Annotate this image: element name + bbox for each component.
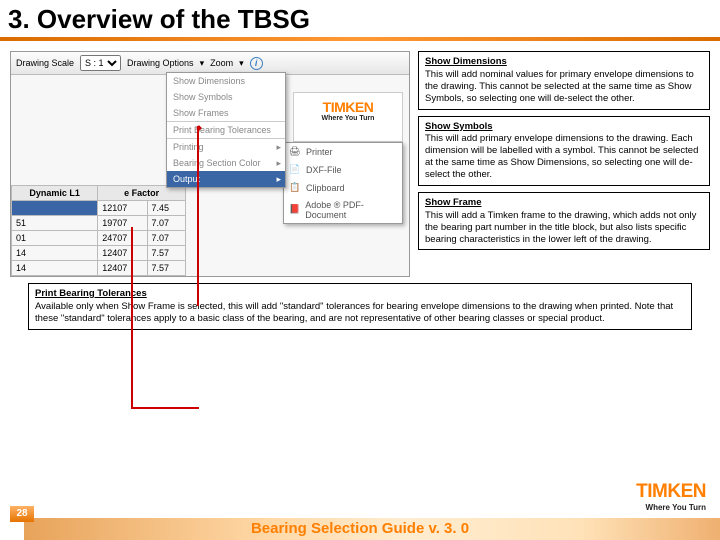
submenu-dxf[interactable]: 📄DXF-File — [284, 161, 402, 179]
menu-show-frames[interactable]: Show Frames — [167, 105, 285, 121]
table-row: 01247077.07 — [12, 231, 186, 246]
submenu-pdf[interactable]: 📕Adobe ® PDF-Document — [284, 197, 402, 223]
menu-show-dimensions[interactable]: Show Dimensions — [167, 73, 285, 89]
file-icon: 📄 — [289, 164, 301, 176]
data-table: Dynamic L1e Factor 121077.45 51197077.07… — [11, 185, 186, 276]
screenshot-mock: Drawing Scale S : 1 Drawing Options▾ Zoo… — [10, 51, 410, 277]
drawing-scale-select[interactable]: S : 1 — [80, 55, 121, 71]
callout-show-frame: Show Frame This will add a Timken frame … — [418, 192, 710, 251]
output-submenu: 🖨Printer 📄DXF-File 📋Clipboard 📕Adobe ® P… — [283, 142, 403, 224]
menu-bearing-color[interactable]: Bearing Section Color — [167, 155, 285, 171]
menu-printing[interactable]: Printing — [167, 139, 285, 155]
table-row: 14124077.57 — [12, 246, 186, 261]
drawing-scale-label: Drawing Scale — [16, 58, 74, 68]
submenu-clipboard[interactable]: 📋Clipboard — [284, 179, 402, 197]
footer-title: Bearing Selection Guide v. 3. 0 — [0, 520, 720, 537]
menu-show-symbols[interactable]: Show Symbols — [167, 89, 285, 105]
drawing-preview: TIMKEN Where You Turn — [293, 92, 403, 142]
drawing-options-label: Drawing Options — [127, 58, 194, 68]
footer: 28 Bearing Selection Guide v. 3. 0 — [0, 494, 720, 540]
printer-icon: 🖨 — [289, 146, 301, 158]
callout-print-tolerances: Print Bearing Tolerances Available only … — [28, 283, 692, 330]
clipboard-icon: 📋 — [289, 182, 301, 194]
zoom-label: Zoom — [210, 58, 233, 68]
callout-show-dimensions: Show Dimensions This will add nominal va… — [418, 51, 710, 110]
table-row: 14124077.57 — [12, 261, 186, 276]
drawing-options-dropdown: Show Dimensions Show Symbols Show Frames… — [166, 72, 286, 188]
table-row: 121077.45 — [12, 201, 186, 216]
slide-title: 3. Overview of the TBSG — [0, 0, 720, 41]
submenu-printer[interactable]: 🖨Printer — [284, 143, 402, 161]
pdf-icon: 📕 — [289, 204, 300, 216]
callout-show-symbols: Show Symbols This will add primary envel… — [418, 116, 710, 186]
menu-output[interactable]: Output — [167, 171, 285, 187]
content-area: Drawing Scale S : 1 Drawing Options▾ Zoo… — [0, 41, 720, 281]
menu-print-tolerances[interactable]: Print Bearing Tolerances — [167, 122, 285, 138]
info-icon[interactable]: i — [250, 57, 263, 70]
table-row: 51197077.07 — [12, 216, 186, 231]
